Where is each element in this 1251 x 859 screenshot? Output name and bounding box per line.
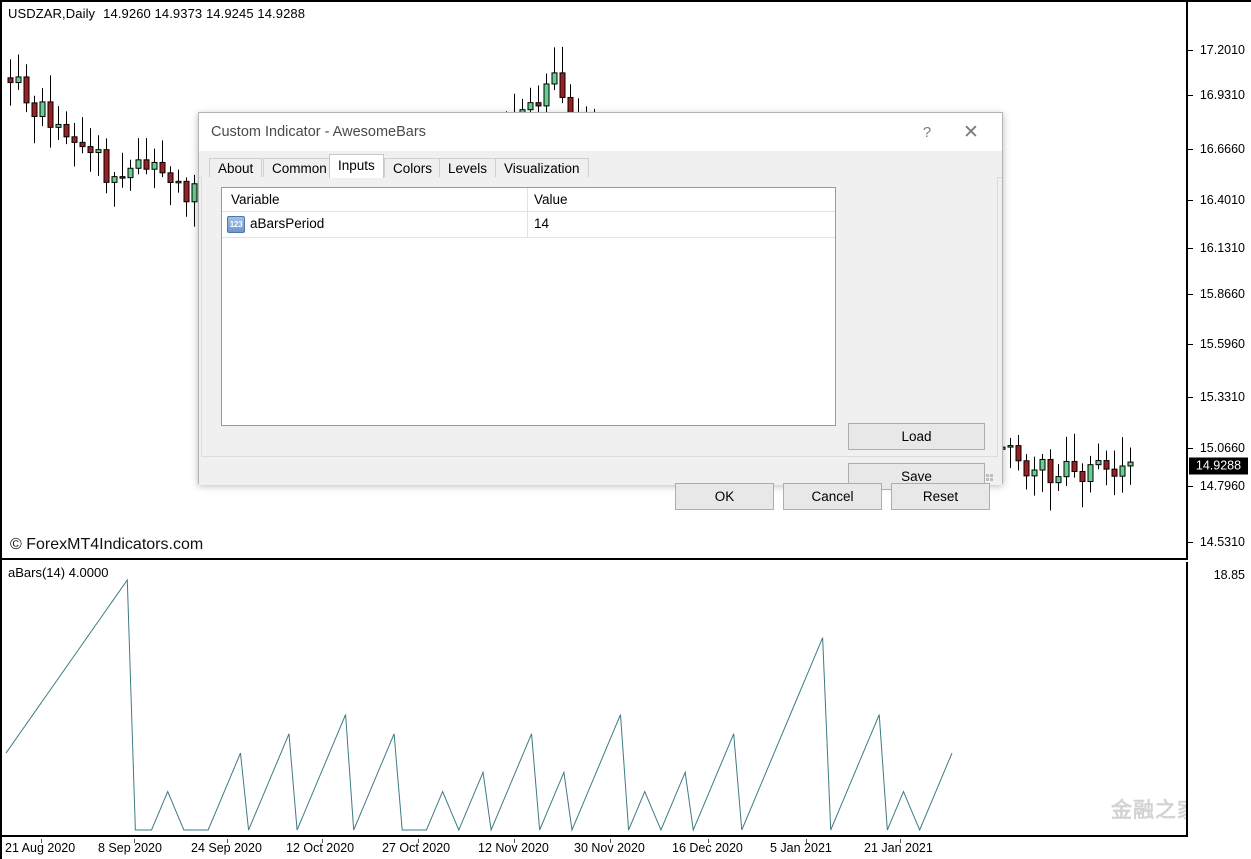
indicator-line-series: [5, 578, 953, 832]
cancel-button[interactable]: Cancel: [783, 483, 882, 510]
price-tick-label: 16.1310: [1199, 241, 1245, 255]
tab-about[interactable]: About: [209, 158, 263, 177]
close-icon[interactable]: ✕: [956, 119, 986, 146]
date-tick-mark: [418, 839, 419, 843]
help-icon[interactable]: ?: [912, 119, 942, 146]
tab-visualization[interactable]: Visualization: [495, 158, 589, 177]
ok-button[interactable]: OK: [675, 483, 774, 510]
date-axis-label: 21 Jan 2021: [864, 841, 933, 855]
inputs-grid[interactable]: Variable Value 123 aBarsPeriod 14: [221, 187, 836, 426]
price-tick-mark: [1188, 95, 1193, 96]
price-tick-label: 17.2010: [1199, 43, 1245, 57]
site-watermark: © ForexMT4Indicators.com: [10, 536, 204, 553]
indicator-scale-tick: 18.85: [1213, 568, 1245, 582]
tab-common[interactable]: Common: [263, 158, 336, 177]
tab-inputs[interactable]: Inputs: [329, 154, 384, 178]
load-button[interactable]: Load: [848, 423, 985, 450]
date-axis-label: 5 Jan 2021: [770, 841, 832, 855]
price-tick-mark: [1188, 344, 1193, 345]
price-tick-label: 15.8660: [1199, 287, 1245, 301]
price-tick-label: 14.7960: [1199, 479, 1245, 493]
indicator-label: aBars(14) 4.0000: [8, 565, 109, 580]
mt4-chart-window: USDZAR,Daily 14.9260 14.9373 14.9245 14.9…: [0, 0, 1251, 859]
dialog-body: About Common Inputs Colors Levels Visual…: [199, 151, 1002, 510]
price-scale[interactable]: 17.2010 16.9310 16.6660 16.4010 16.1310 15.86…: [1188, 2, 1251, 837]
price-tick-label: 16.9310: [1199, 88, 1245, 102]
dialog-title: Custom Indicator - AwesomeBars: [211, 124, 426, 140]
date-axis[interactable]: 21 Aug 2020 8 Sep 2020 24 Sep 2020 12 Oct 2…: [2, 839, 1251, 859]
date-tick-mark: [900, 839, 901, 843]
date-tick-mark: [514, 839, 515, 843]
price-tick-mark: [1188, 542, 1193, 543]
variable-value[interactable]: 14: [534, 216, 549, 231]
price-tick-mark: [1188, 397, 1193, 398]
price-tick-mark: [1188, 248, 1193, 249]
custom-indicator-dialog[interactable]: Custom Indicator - AwesomeBars ? ✕ About…: [198, 112, 1003, 510]
date-axis-label: 16 Dec 2020: [672, 841, 743, 855]
price-tick-mark: [1188, 294, 1193, 295]
tab-colors[interactable]: Colors: [384, 158, 442, 177]
variable-name: aBarsPeriod: [250, 216, 325, 231]
date-tick-mark: [806, 839, 807, 843]
date-tick-mark: [134, 839, 135, 843]
column-header-value: Value: [534, 192, 568, 207]
price-tick-label: 15.3310: [1199, 390, 1245, 404]
table-row[interactable]: 123 aBarsPeriod 14: [222, 212, 835, 238]
date-tick-mark: [322, 839, 323, 843]
date-tick-mark: [610, 839, 611, 843]
numeric-type-icon-label: 123: [229, 220, 243, 229]
date-axis-label: 30 Nov 2020: [574, 841, 645, 855]
inputs-tab-page: Variable Value 123 aBarsPeriod 14 Load S…: [201, 177, 998, 490]
price-tick-label: 16.6660: [1199, 142, 1245, 156]
date-axis-label: 8 Sep 2020: [98, 841, 162, 855]
current-price-badge: 14.9288: [1189, 457, 1248, 475]
indicator-polyline: [5, 578, 953, 832]
column-header-variable: Variable: [231, 192, 280, 207]
resize-grip-icon[interactable]: [986, 470, 997, 481]
date-axis-label: 27 Oct 2020: [382, 841, 451, 855]
price-tick-label: 15.0660: [1199, 441, 1245, 455]
date-axis-label: 24 Sep 2020: [191, 841, 262, 855]
indicator-pane[interactable]: aBars(14) 4.0000 金融之家: [2, 562, 1188, 837]
price-tick-label: 16.4010: [1199, 193, 1245, 207]
date-axis-label: 12 Oct 2020: [286, 841, 355, 855]
tab-levels[interactable]: Levels: [439, 158, 497, 177]
date-tick-mark: [41, 839, 42, 843]
cn-watermark: 金融之家: [1111, 799, 1186, 822]
price-tick-mark: [1188, 50, 1193, 51]
price-tick-label: 14.5310: [1199, 535, 1245, 549]
price-tick-mark: [1188, 448, 1193, 449]
date-tick-mark: [227, 839, 228, 843]
reset-button[interactable]: Reset: [891, 483, 990, 510]
date-axis-label: 21 Aug 2020: [5, 841, 76, 855]
numeric-type-icon: 123: [227, 216, 245, 233]
inputs-grid-header: Variable Value: [222, 188, 835, 212]
price-tick-label: 15.5960: [1199, 337, 1245, 351]
date-axis-label: 12 Nov 2020: [478, 841, 549, 855]
price-tick-mark: [1188, 486, 1193, 487]
tabstrip: About Common Inputs Colors Levels Visual…: [199, 151, 1002, 178]
date-tick-mark: [708, 839, 709, 843]
price-tick-mark: [1188, 200, 1193, 201]
dialog-titlebar[interactable]: Custom Indicator - AwesomeBars ? ✕: [199, 113, 1002, 151]
price-tick-mark: [1188, 149, 1193, 150]
